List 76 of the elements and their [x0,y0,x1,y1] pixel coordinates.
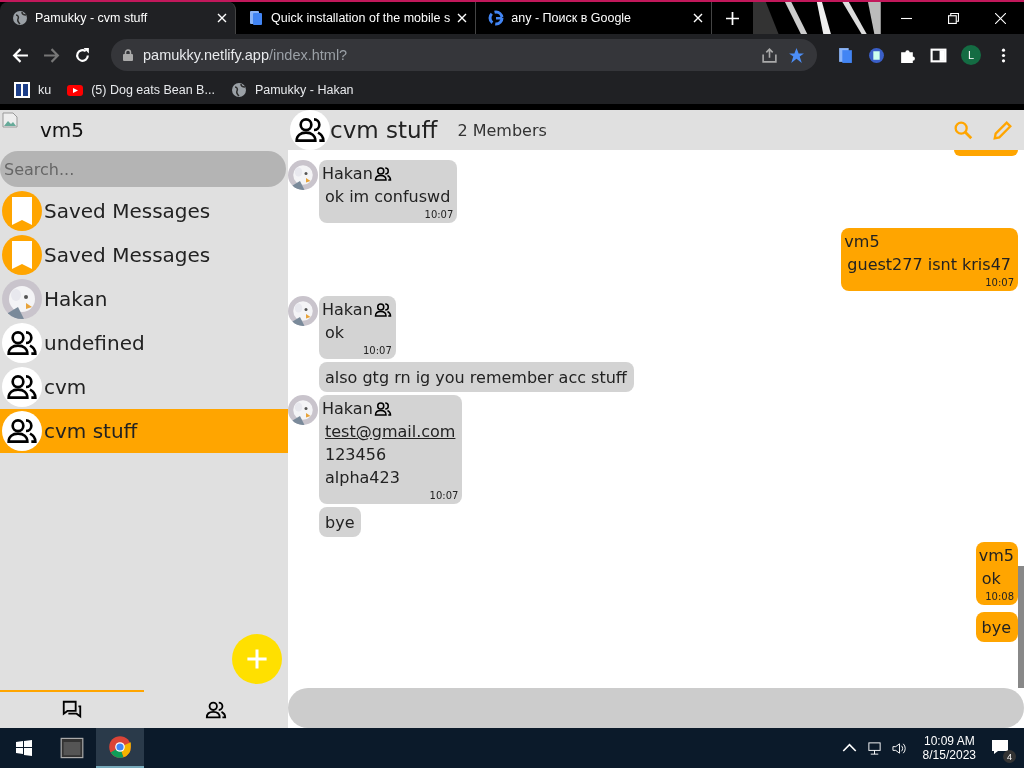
message-time: 10:07 [361,345,392,356]
close-icon[interactable] [457,13,468,23]
message-text: ok im confuswd [324,186,452,208]
search-field[interactable]: Search... [0,151,286,187]
close-icon[interactable] [995,12,1006,24]
forward-icon[interactable] [43,46,60,64]
message-time: 10:07 [428,490,459,501]
globe-icon [230,82,247,98]
message-text: bye [980,617,1012,639]
group-icon [373,300,392,319]
message-text: ok [980,568,1002,590]
chat-list-item[interactable]: Saved Messages [0,189,288,233]
reload-icon[interactable] [74,46,91,64]
sender-name: vm5 [978,546,1014,565]
star-icon[interactable] [788,46,805,64]
chat-list-item[interactable]: undefined [0,321,288,365]
message-time: 10:07 [984,277,1014,288]
close-icon[interactable] [693,13,704,23]
browser-tab[interactable]: Pamukky - cvm stuff [0,2,236,34]
start-icon[interactable] [16,740,32,756]
bookmark-icon [2,191,42,231]
shield-icon[interactable] [868,46,885,64]
globe-icon [12,10,28,26]
email-link[interactable]: test@gmail.com [322,420,459,443]
chat-list-item[interactable]: Hakan [0,277,288,321]
message-text: also gtg rn ig you remember acc stuff [324,367,628,389]
chat-bubbles-icon [61,699,83,721]
chat-list-item[interactable]: Saved Messages [0,233,288,277]
sender-name: vm5 [844,232,880,251]
message-text: bye [324,512,356,534]
notification-count: 4 [1003,750,1016,763]
group-icon [373,164,392,183]
message-time: 10:08 [984,591,1014,602]
speaker-icon[interactable] [891,740,907,756]
restore-icon[interactable] [948,12,959,24]
side-panel-icon[interactable] [930,46,947,64]
scrollbar[interactable] [1018,566,1024,688]
url-text: pamukky.netlify.app/index.html? [143,47,349,63]
contacts-icon [205,699,227,721]
sender-name: Hakan [322,300,373,319]
message-text: alpha423 [324,467,401,489]
chat-list-item[interactable]: cvm stuff [0,409,288,453]
back-icon[interactable] [12,46,29,64]
sender-name: Hakan [322,399,373,418]
chat-list-item[interactable]: cvm [0,365,288,409]
message-text: guest277 isnt kris47 [846,254,1012,276]
plus-icon [245,647,269,671]
message-text: ok [324,322,346,344]
new-tab-icon[interactable] [726,11,740,25]
document-icon [248,10,264,26]
bookmark-icon [2,235,42,275]
broken-image-icon [2,112,18,128]
chrome-icon[interactable] [108,735,132,759]
lock-icon [123,49,133,61]
message-bubble [954,150,1018,156]
profile-avatar[interactable]: L [961,45,981,65]
bookmark[interactable]: (5) Dog eats Bean B... [67,82,215,98]
app-window-icon[interactable] [60,736,84,760]
message-time: 10:07 [423,209,454,220]
close-icon[interactable] [217,13,227,23]
play-icon [67,82,84,98]
message-input[interactable] [288,688,1024,728]
user-name: vm5 [40,118,85,142]
address-bar[interactable]: pamukky.netlify.app/index.html? [111,39,817,71]
bookmark[interactable]: ku [14,82,52,98]
chat-title: cvm stuff [330,117,438,143]
clock[interactable]: 10:09 AM 8/15/2023 [922,734,976,762]
document-icon[interactable] [837,46,854,64]
network-icon[interactable] [866,740,882,756]
share-icon[interactable] [761,46,778,64]
bookmark[interactable]: Pamukky - Hakan [230,82,354,98]
crest-icon [14,82,30,98]
group-icon [373,399,392,418]
message-text: 123456 [324,444,388,466]
member-count: 2 Members [457,120,547,140]
sender-name: Hakan [322,164,373,183]
